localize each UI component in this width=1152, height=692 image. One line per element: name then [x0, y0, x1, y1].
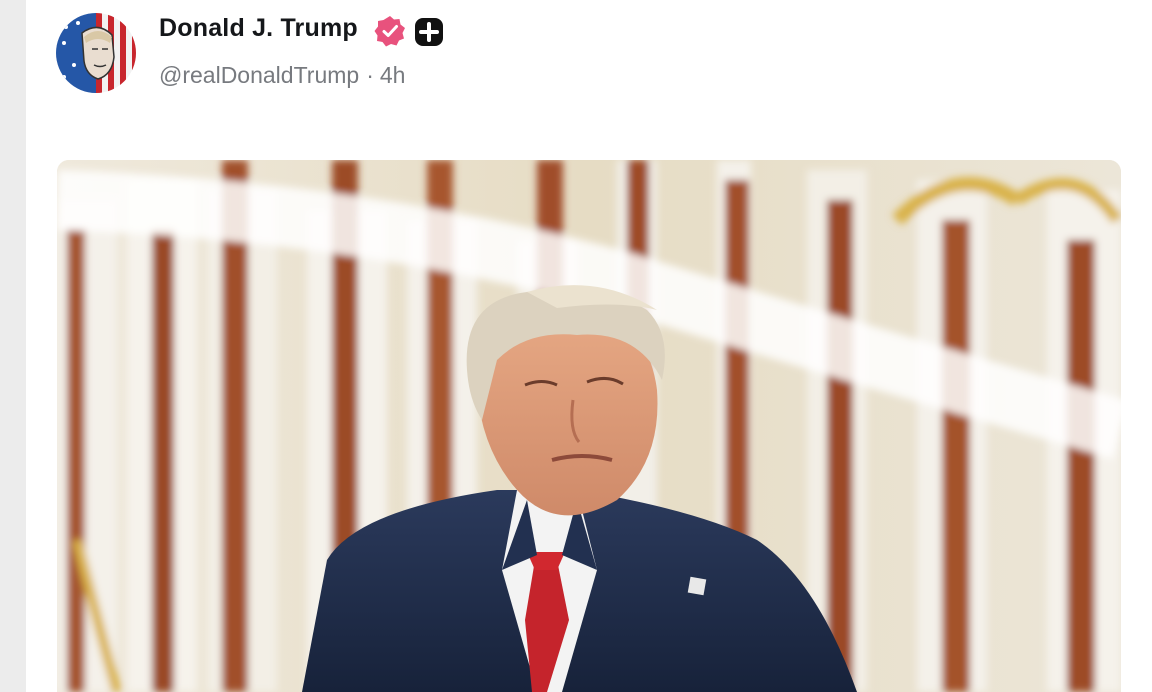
separator: · — [366, 62, 374, 88]
photo-honor-guard-portrait — [57, 160, 1121, 692]
avatar[interactable] — [56, 13, 136, 93]
handle[interactable]: @realDonaldTrump — [159, 62, 359, 88]
handle-row: @realDonaldTrump · 4h — [159, 62, 405, 89]
timestamp[interactable]: 4h — [380, 62, 406, 88]
verified-badge-icon — [374, 16, 405, 47]
plus-badge-icon — [415, 18, 443, 46]
post-image[interactable] — [57, 160, 1121, 692]
display-name[interactable]: Donald J. Trump — [159, 14, 358, 43]
post-card: Donald J. Trump @realDonaldTrump · 4h — [26, 0, 1152, 692]
flag-portrait-avatar-icon — [56, 13, 136, 93]
